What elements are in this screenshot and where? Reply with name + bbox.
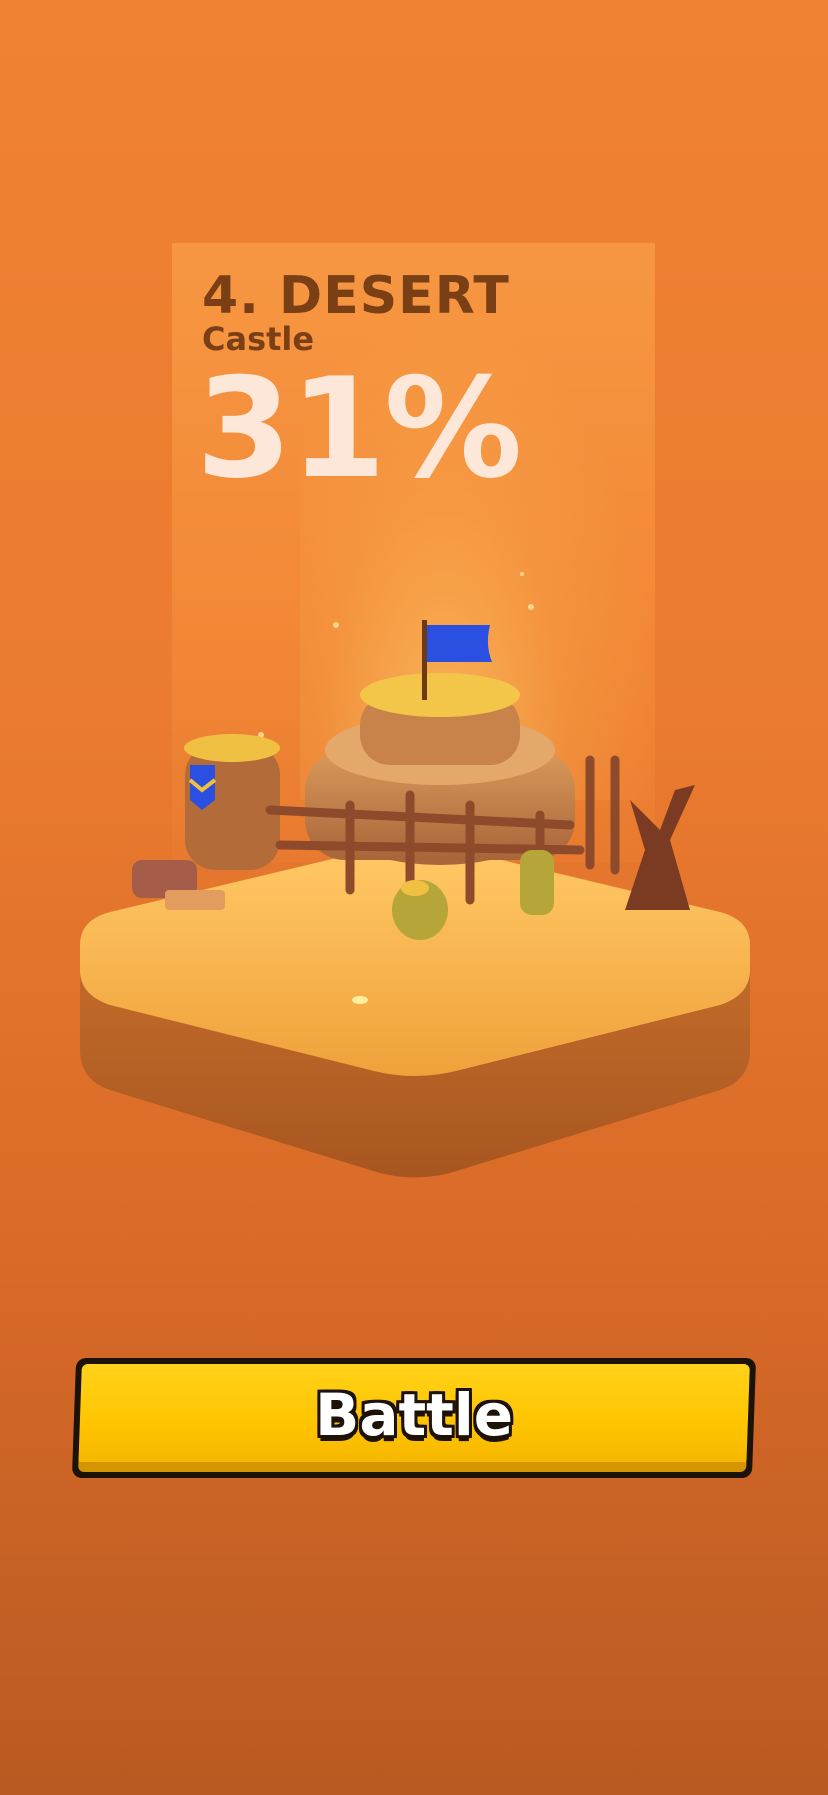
level-title: 4. DESERT [202,266,510,326]
battle-button-shadow [78,1462,747,1472]
battle-button-label: Battle [315,1381,514,1449]
sparkle-icon [520,572,524,576]
progress-percent: 31% [196,348,522,509]
battle-button[interactable]: Battle [71,1358,757,1478]
desert-castle-island-icon [80,620,750,1178]
battle-button-face[interactable]: Battle [78,1364,750,1466]
